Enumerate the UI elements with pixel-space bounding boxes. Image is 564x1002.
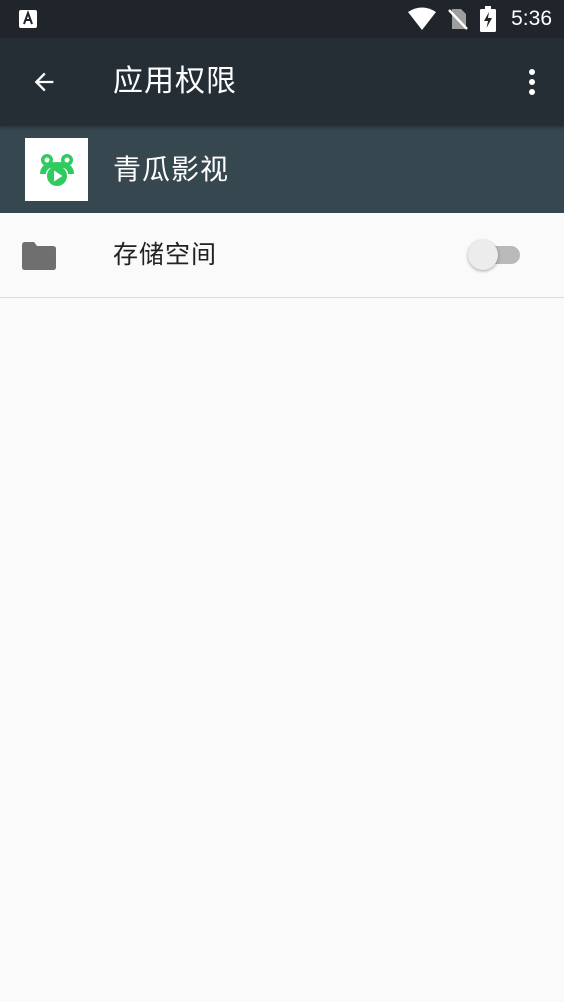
no-sim-icon — [448, 9, 468, 30]
frog-play-logo-icon — [39, 153, 74, 186]
page-title: 应用权限 — [113, 64, 237, 99]
divider — [0, 297, 564, 298]
toggle-thumb — [468, 240, 498, 270]
status-icons: 5:36 — [407, 0, 552, 38]
arrow-back-icon — [34, 72, 54, 92]
more-options-button[interactable] — [514, 58, 550, 106]
permission-row-storage[interactable]: 存储空间 — [0, 213, 564, 297]
app-icon — [25, 138, 88, 201]
status-bar: 5:36 — [0, 0, 564, 38]
status-time: 5:36 — [511, 7, 552, 30]
folder-icon — [22, 242, 56, 270]
app-header: 青瓜影视 — [0, 126, 564, 213]
storage-permission-toggle[interactable] — [468, 240, 524, 270]
permission-label: 存储空间 — [113, 240, 218, 269]
back-button[interactable] — [20, 58, 68, 106]
battery-charging-icon — [480, 6, 497, 32]
more-vert-icon — [529, 69, 535, 95]
notification-a-icon — [19, 10, 37, 28]
app-name: 青瓜影视 — [113, 153, 230, 186]
app-bar: 应用权限 — [0, 38, 564, 126]
wifi-icon — [408, 7, 437, 30]
